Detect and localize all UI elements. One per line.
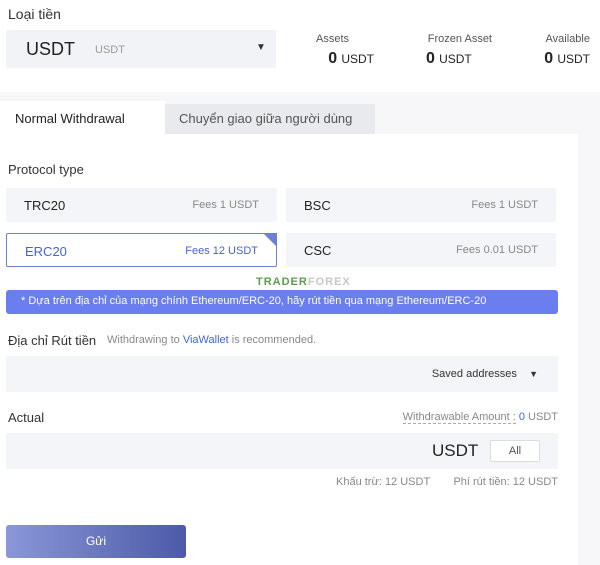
saved-addresses-label: Saved addresses [431, 368, 517, 380]
tab-user-transfer-label[interactable]: Chuyển giao giữa người dùng [179, 111, 352, 126]
frozen-asset-unit: USDT [439, 52, 472, 66]
protocol-fee: Fees 12 USDT [185, 245, 258, 257]
watermark-logo: TRADERFOREX [256, 276, 351, 288]
address-hint-post: is recommended. [231, 334, 317, 346]
protocol-option-bsc[interactable]: BSC Fees 1 USDT [286, 188, 556, 222]
protocol-option-trc20[interactable]: TRC20 Fees 1 USDT [6, 188, 277, 222]
amount-unit: USDT [432, 441, 479, 460]
protocol-name: TRC20 [24, 198, 66, 213]
frozen-asset-value: 0 [426, 50, 435, 67]
protocol-fee: Fees 0.01 USDT [456, 244, 538, 256]
available-stat: Available 0 USDT [540, 33, 590, 68]
frozen-asset-label: Frozen Asset [427, 33, 492, 45]
withdrawable-value: 0 [518, 411, 525, 423]
coin-sub-symbol: USDT [95, 44, 125, 56]
assets-value: 0 [328, 50, 338, 67]
frozen-asset-stat: Frozen Asset 0 USDT [426, 33, 492, 68]
address-hint: Withdrawing to ViaWallet is recommended. [107, 334, 316, 346]
protocol-option-erc20[interactable]: ERC20 Fees 12 USDT [6, 233, 277, 267]
caret-down-icon: ▼ [529, 369, 538, 379]
available-label: Available [545, 33, 590, 45]
protocol-name: BSC [304, 198, 331, 213]
assets-label: Assets [316, 33, 350, 45]
coin-select[interactable]: USDT USDT ▼ [6, 30, 276, 68]
tab-normal-withdrawal-label[interactable]: Normal Withdrawal [15, 111, 125, 126]
selected-corner-icon [263, 233, 277, 247]
withdrawable-amount: Withdrawable Amount : 0 USDT [402, 411, 558, 424]
network-notice-banner: * Dựa trên địa chỉ của mạng chính Ethere… [6, 290, 558, 314]
caret-down-icon: ▼ [256, 42, 266, 53]
watermark-part2: FOREX [307, 276, 351, 288]
protocol-name: ERC20 [25, 244, 67, 259]
viawallet-link[interactable]: ViaWallet [183, 334, 229, 346]
coin-symbol: USDT [26, 39, 75, 59]
protocol-option-csc[interactable]: CSC Fees 0.01 USDT [286, 233, 556, 267]
withdraw-fee-text: Phí rút tiền: 12 USDT [453, 476, 558, 488]
saved-addresses-dropdown[interactable]: Saved addresses ▼ [432, 368, 538, 380]
withdrawable-label: Withdrawable Amount : [402, 411, 516, 424]
available-unit: USDT [557, 52, 590, 66]
available-value: 0 [544, 50, 554, 67]
protocol-name: CSC [304, 243, 332, 258]
all-button[interactable]: All [490, 440, 540, 462]
protocol-fee: Fees 1 USDT [192, 199, 259, 211]
actual-amount-label: Actual [8, 410, 45, 425]
withdrawable-unit: USDT [528, 411, 558, 423]
deduction-text: Khấu trừ: 12 USDT [336, 476, 431, 488]
amount-input[interactable]: USDT All [6, 433, 558, 469]
assets-unit: USDT [341, 52, 374, 66]
side-gutter [578, 134, 600, 565]
address-hint-pre: Withdrawing to [107, 334, 180, 346]
protocol-fee: Fees 1 USDT [471, 199, 538, 211]
watermark-part1: TRADER [256, 276, 308, 288]
protocol-type-label: Protocol type [8, 162, 84, 177]
assets-stat: Assets 0 USDT [316, 33, 374, 68]
withdraw-address-label: Địa chỉ Rút tiền [8, 333, 97, 348]
withdraw-address-input[interactable]: Saved addresses ▼ [6, 356, 558, 392]
submit-button[interactable]: Gửi [6, 525, 186, 558]
coin-type-label: Loại tiền [8, 6, 61, 22]
